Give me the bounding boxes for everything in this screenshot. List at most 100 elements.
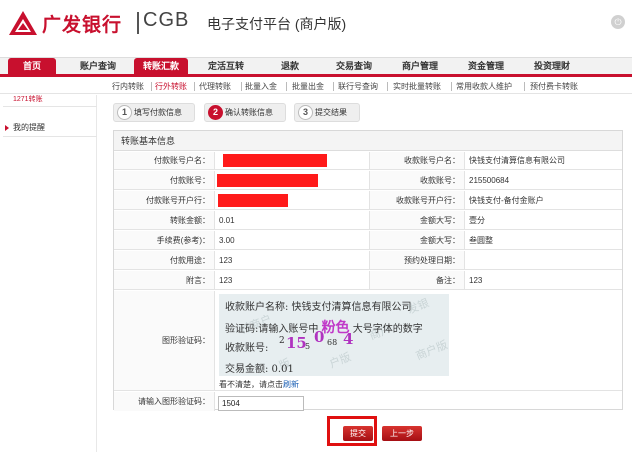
nav-item-fund-mgmt[interactable]: 资金管理	[458, 58, 514, 75]
redaction-block	[218, 194, 288, 207]
captcha-digit-small: 5	[305, 342, 311, 351]
subnav-separator	[151, 82, 152, 91]
sub-nav: 行内转账 行外转账 代理转账 批量入金 批量出金 联行号查询 实时批量转账 常用…	[0, 80, 632, 94]
nav-item-transfer[interactable]: 转账汇款	[134, 58, 188, 75]
subnav-item-payee-maintain[interactable]: 常用收款人维护	[456, 81, 512, 92]
captcha-digit-small: 2	[279, 336, 285, 346]
captcha-input-label: 请输入图形验证码：	[114, 392, 214, 411]
sidebar-item-reminders[interactable]: 我的提醒	[3, 119, 97, 137]
table-row: 付款账号： 收款账号： 215500684	[114, 171, 622, 190]
refresh-hint-text: 看不清楚，请点击	[219, 380, 283, 389]
nav-item-fixed-demand[interactable]: 定活互转	[200, 58, 252, 75]
payer-bank-label: 付款账号开户行：	[114, 191, 214, 209]
subnav-item-prepaid-card[interactable]: 预付费卡转账	[530, 81, 578, 92]
nav-item-home[interactable]: 首页	[8, 58, 56, 75]
nav-item-transaction-query[interactable]: 交易查询	[326, 58, 382, 75]
scheduled-date-label: 预约处理日期：	[370, 251, 464, 269]
step-label: 确认转账信息	[225, 108, 273, 117]
table-row: 付款账号户名： 收款账号户名： 快钱支付清算信息有限公司	[114, 152, 622, 170]
submit-button[interactable]: 提交	[343, 426, 373, 441]
fee-label: 手续费(参考)：	[114, 231, 214, 249]
subnav-item-inter-bank[interactable]: 行外转账	[155, 81, 187, 92]
payee-bank-value: 快钱支付-备付金账户	[469, 196, 544, 205]
payee-account-value: 215500684	[469, 176, 510, 185]
captcha-code-input[interactable]: 1504	[218, 396, 304, 411]
nav-item-merchant-mgmt[interactable]: 商户管理	[392, 58, 448, 75]
power-icon[interactable]: ⏻	[611, 15, 625, 29]
bank-en: CGB	[143, 9, 190, 31]
fee-words-label: 金额大写：	[370, 231, 464, 249]
subnav-separator	[387, 82, 388, 91]
bank-name: 广发银行	[42, 15, 123, 36]
captcha-account-label: 收款账号:	[225, 343, 269, 354]
redaction-block	[217, 174, 318, 187]
table-row: 附言： 123 备注： 123	[114, 271, 622, 290]
subnav-separator	[286, 82, 287, 91]
transfer-info-panel: 转账基本信息 付款账号户名： 收款账号户名： 快钱支付清算信息有限公司 付款账号…	[113, 130, 623, 411]
postscript-value: 123	[219, 276, 233, 285]
subnav-item-bank-code-query[interactable]: 联行号查询	[338, 81, 378, 92]
nav-item-investment[interactable]: 投资理财	[524, 58, 580, 75]
amount-label: 转账金额：	[114, 211, 214, 229]
captcha-watermark: 商户版	[413, 338, 449, 363]
step-number: 2	[208, 105, 223, 120]
captcha-label: 图形验证码：	[114, 291, 214, 390]
payee-account-label: 收款账号：	[370, 171, 464, 189]
captcha-payee-name: 收款账户名称: 快钱支付清算信息有限公司	[225, 302, 412, 313]
header: 广发银行 CGB 电子支付平台 (商户版) ⏻	[0, 0, 632, 52]
captcha-code-digit: 15	[286, 334, 307, 352]
bank-divider	[137, 12, 139, 34]
payer-name-label: 付款账号户名：	[114, 152, 214, 169]
amount-words-value: 壹分	[469, 216, 485, 225]
redaction-block	[223, 154, 327, 167]
subnav-item-realtime-batch[interactable]: 实时批量转账	[393, 81, 441, 92]
captcha-digit-small: 68	[327, 338, 338, 347]
payer-account-label: 付款账号：	[114, 171, 214, 189]
captcha-code-digit: 0	[314, 328, 325, 346]
table-row: 转账金额： 0.01 金额大写： 壹分	[114, 211, 622, 230]
subnav-item-batch-in[interactable]: 批量入金	[245, 81, 277, 92]
fee-words-value: 叁圆整	[469, 236, 493, 245]
captcha-input-row: 请输入图形验证码： 1504	[114, 392, 622, 411]
nav-item-refund[interactable]: 退款	[266, 58, 314, 75]
platform-title: 电子支付平台 (商户版)	[207, 16, 347, 32]
step-label: 填写付款信息	[134, 108, 182, 117]
payee-name-value: 快钱支付清算信息有限公司	[469, 156, 565, 165]
captcha-row: 图形验证码： 发银 商户 商户版 付商户 户版 版 收款账户名称: 快钱支付清算…	[114, 291, 622, 391]
table-row: 付款账号开户行： 收款账号开户行： 快钱支付-备付金账户	[114, 191, 622, 210]
step-1: 1 填写付款信息	[113, 103, 195, 122]
payee-bank-label: 收款账号开户行：	[370, 191, 464, 209]
subnav-separator	[333, 82, 334, 91]
subnav-separator	[194, 82, 195, 91]
subnav-item-batch-out[interactable]: 批量出金	[292, 81, 324, 92]
nav-item-account-query[interactable]: 账户查询	[72, 58, 124, 75]
table-row: 付款用途： 123 预约处理日期：	[114, 251, 622, 270]
cell-divider	[214, 291, 215, 390]
subnav-separator	[524, 82, 525, 91]
subnav-item-agent[interactable]: 代理转账	[199, 81, 231, 92]
step-label: 提交结果	[315, 108, 347, 117]
arrow-right-icon	[5, 125, 9, 131]
subnav-separator	[451, 82, 452, 91]
subnav-item-intra-bank[interactable]: 行内转账	[112, 81, 144, 92]
step-number: 3	[298, 105, 313, 120]
captcha-code-digit: 4	[343, 330, 354, 348]
refresh-captcha-link[interactable]: 刷新	[283, 380, 299, 389]
captcha-refresh-hint: 看不清楚，请点击刷新	[219, 379, 299, 390]
previous-step-button[interactable]: 上一步	[382, 426, 422, 441]
remark-value: 123	[469, 276, 483, 285]
purpose-value: 123	[219, 256, 233, 265]
scheduled-date-value	[465, 251, 622, 269]
table-row: 手续费(参考)： 3.00 金额大写： 叁圆整	[114, 231, 622, 250]
sidebar: 1271转账 我的提醒	[3, 95, 97, 452]
panel-title: 转账基本信息	[114, 131, 622, 151]
sidebar-item-transfer[interactable]: 1271转账	[3, 95, 97, 107]
remark-label: 备注：	[370, 271, 464, 289]
payee-name-label: 收款账号户名：	[370, 152, 464, 169]
postscript-label: 附言：	[114, 271, 214, 289]
captcha-watermark: 户版	[327, 350, 353, 371]
step-number: 1	[117, 105, 132, 120]
main-nav: 首页 账户查询 转账汇款 定活互转 退款 交易查询 商户管理 资金管理 投资理财	[0, 57, 632, 77]
captcha-instruction-suffix: 大号字体的数字	[352, 324, 423, 335]
sidebar-item-label: 我的提醒	[13, 123, 45, 132]
